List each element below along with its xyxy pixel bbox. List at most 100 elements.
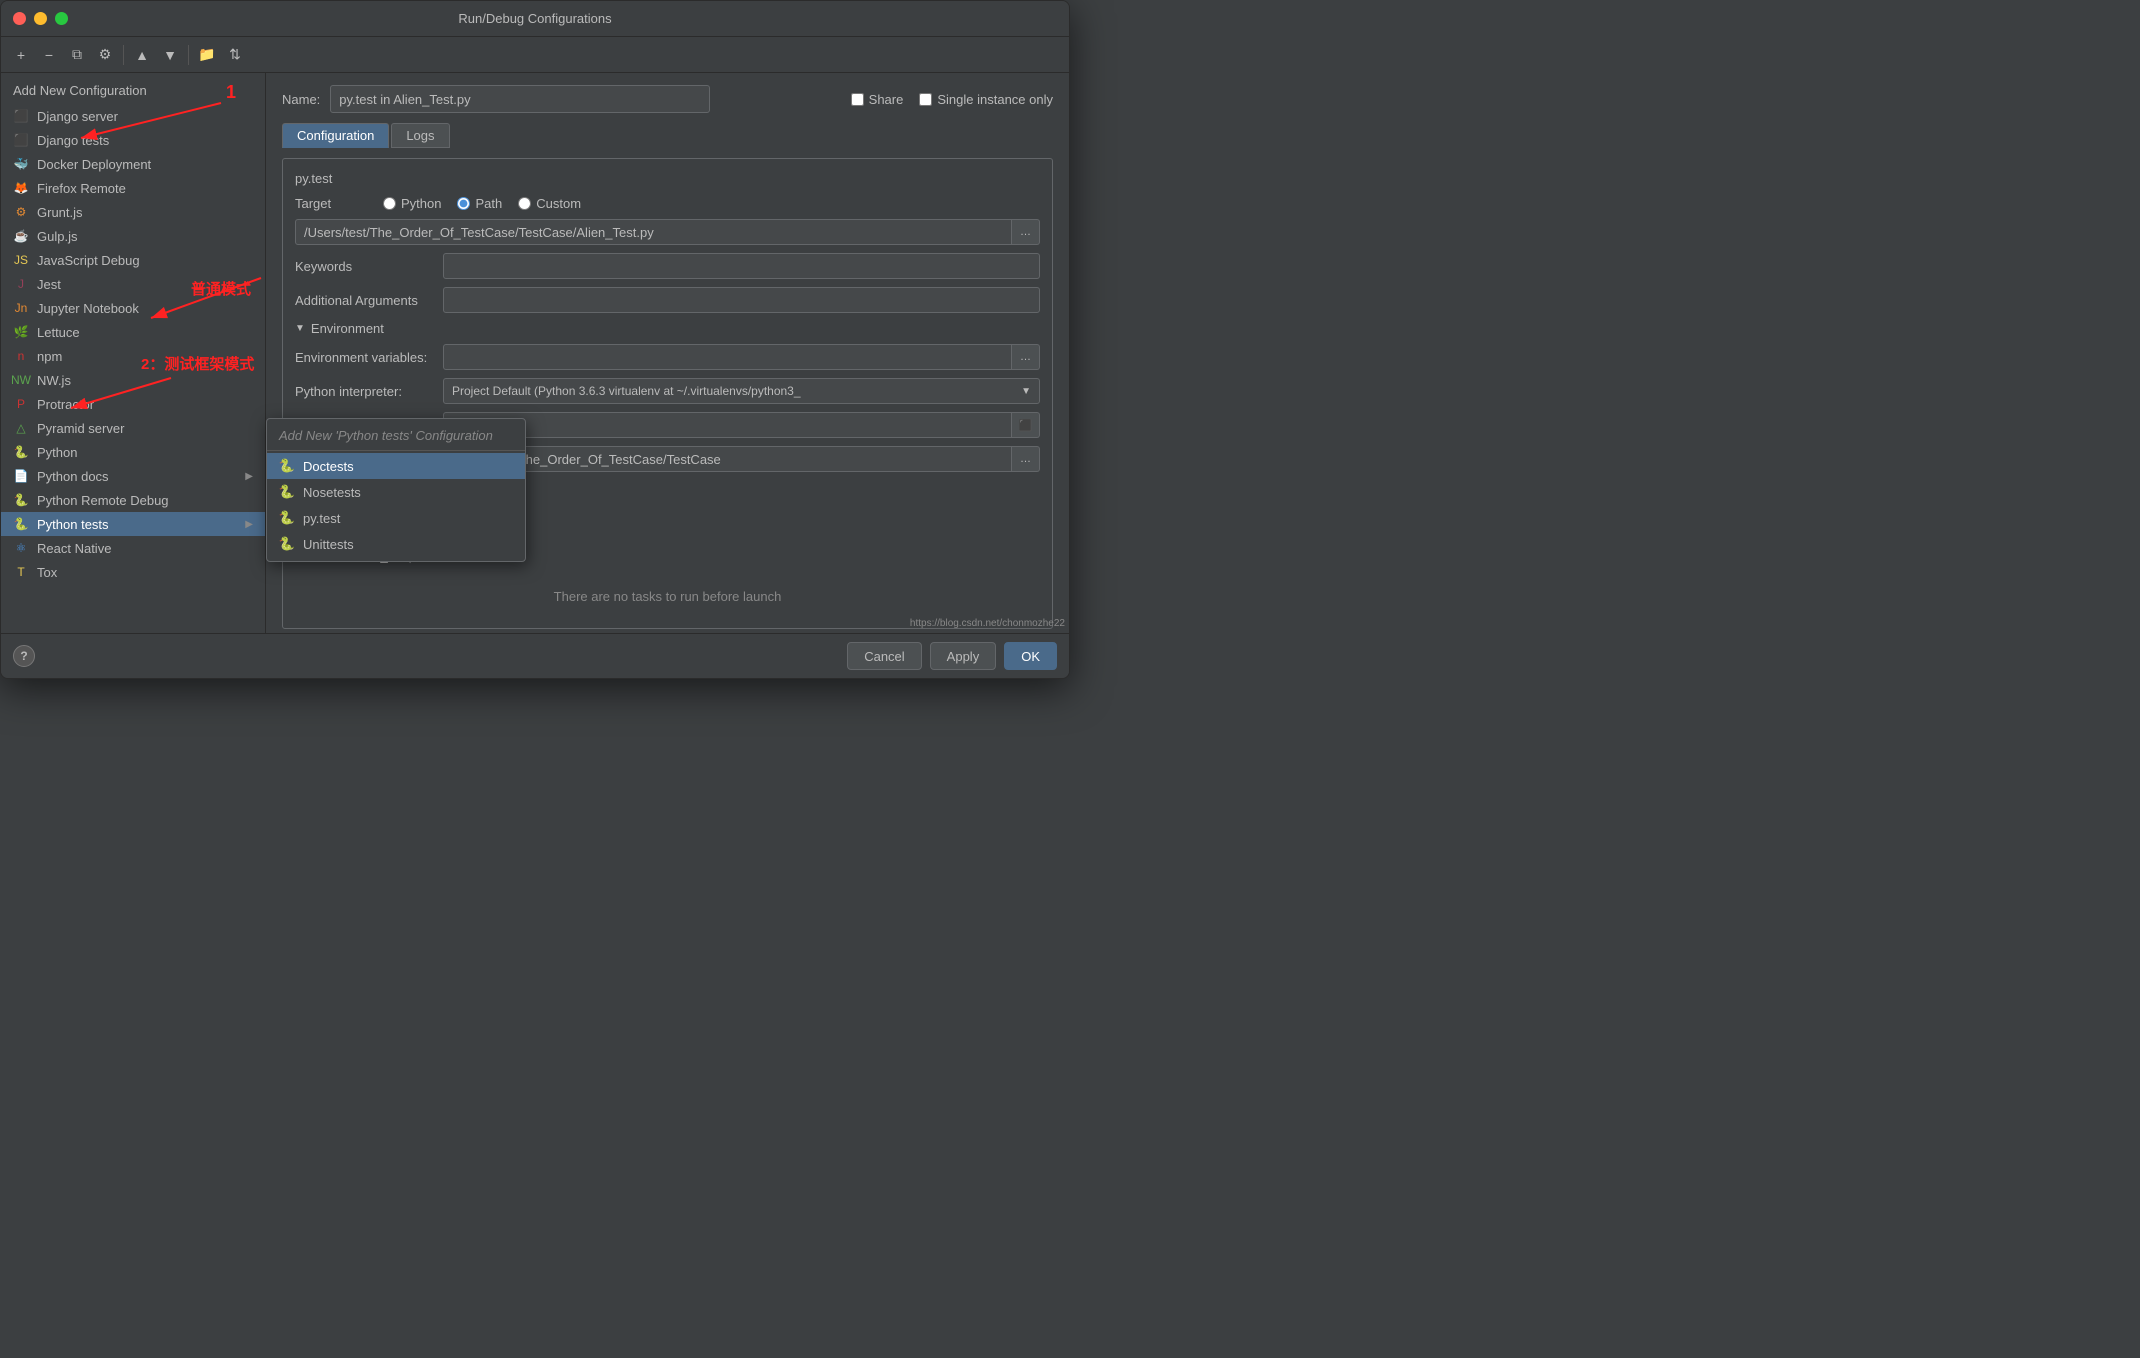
sidebar-item-python-tests[interactable]: 🐍 Python tests ▶ bbox=[1, 512, 265, 536]
tab-configuration[interactable]: Configuration bbox=[282, 123, 389, 148]
minimize-button[interactable] bbox=[34, 12, 47, 25]
sidebar-item-tox[interactable]: T Tox bbox=[1, 560, 265, 584]
interpreter-select[interactable]: Project Default (Python 3.6.3 virtualenv… bbox=[443, 378, 1040, 404]
sidebar-item-python-remote-debug[interactable]: 🐍 Python Remote Debug bbox=[1, 488, 265, 512]
interpreter-options-browse-button[interactable]: ⬛ bbox=[1012, 412, 1040, 438]
sidebar-item-lettuce[interactable]: 🌿 Lettuce bbox=[1, 320, 265, 344]
react-native-icon: ⚛ bbox=[13, 540, 29, 556]
sidebar-item-react-native[interactable]: ⚛ React Native bbox=[1, 536, 265, 560]
bottom-left: ? bbox=[13, 645, 35, 667]
maximize-button[interactable] bbox=[55, 12, 68, 25]
close-button[interactable] bbox=[13, 12, 26, 25]
working-dir-input-group: … bbox=[443, 446, 1040, 472]
move-down-button[interactable]: ▼ bbox=[158, 43, 182, 67]
ok-button[interactable]: OK bbox=[1004, 642, 1057, 670]
sidebar-item-jupyter[interactable]: Jn Jupyter Notebook bbox=[1, 296, 265, 320]
sidebar-item-gulpjs[interactable]: ☕ Gulp.js bbox=[1, 224, 265, 248]
name-input[interactable] bbox=[330, 85, 710, 113]
sidebar-item-protractor[interactable]: P Protractor bbox=[1, 392, 265, 416]
cancel-button[interactable]: Cancel bbox=[847, 642, 921, 670]
environment-arrow-icon: ▼ bbox=[295, 323, 305, 334]
apply-button[interactable]: Apply bbox=[930, 642, 997, 670]
sidebar-item-pyramid[interactable]: △ Pyramid server bbox=[1, 416, 265, 440]
target-path-radio[interactable] bbox=[457, 197, 470, 210]
folder-button[interactable]: 📁 bbox=[195, 43, 219, 67]
path-row: … bbox=[295, 219, 1040, 245]
add-config-button[interactable]: + bbox=[9, 43, 33, 67]
sidebar-item-jest[interactable]: J Jest bbox=[1, 272, 265, 296]
django-tests-icon: ⬛ bbox=[13, 132, 29, 148]
sort-button[interactable]: ⇅ bbox=[223, 43, 247, 67]
env-vars-browse-button[interactable]: … bbox=[1012, 344, 1040, 370]
env-vars-label: Environment variables: bbox=[295, 350, 435, 365]
window-title: Run/Debug Configurations bbox=[458, 11, 611, 26]
target-path-option[interactable]: Path bbox=[457, 196, 502, 211]
env-vars-input[interactable] bbox=[443, 344, 1012, 370]
working-dir-browse-button[interactable]: … bbox=[1012, 446, 1040, 472]
interpreter-dropdown-arrow-icon: ▼ bbox=[1021, 386, 1031, 397]
settings-button[interactable]: ⚙ bbox=[93, 43, 117, 67]
target-custom-radio[interactable] bbox=[518, 197, 531, 210]
single-instance-checkbox[interactable] bbox=[919, 93, 932, 106]
remove-config-button[interactable]: − bbox=[37, 43, 61, 67]
path-input[interactable] bbox=[295, 219, 1012, 245]
tasks-empty-area: There are no tasks to run before launch bbox=[295, 577, 1040, 616]
move-up-button[interactable]: ▲ bbox=[130, 43, 154, 67]
sidebar-item-firefox[interactable]: 🦊 Firefox Remote bbox=[1, 176, 265, 200]
additional-args-input[interactable] bbox=[443, 287, 1040, 313]
tox-icon: T bbox=[13, 564, 29, 580]
interpreter-label: Python interpreter: bbox=[295, 384, 435, 399]
keywords-input[interactable] bbox=[443, 253, 1040, 279]
share-checkbox[interactable] bbox=[851, 93, 864, 106]
keywords-label: Keywords bbox=[295, 259, 435, 274]
unittests-icon: 🐍 bbox=[279, 536, 295, 552]
target-row: Target Python Path Custom bbox=[295, 196, 1040, 211]
target-python-radio[interactable] bbox=[383, 197, 396, 210]
python-remote-debug-label: Python Remote Debug bbox=[37, 493, 169, 508]
context-item-unittests[interactable]: 🐍 Unittests bbox=[267, 531, 525, 557]
jupyter-label: Jupyter Notebook bbox=[37, 301, 139, 316]
sidebar-item-django-server[interactable]: ⬛ Django server bbox=[1, 104, 265, 128]
protractor-icon: P bbox=[13, 396, 29, 412]
sidebar-item-docker[interactable]: 🐳 Docker Deployment bbox=[1, 152, 265, 176]
context-item-pytest[interactable]: 🐍 py.test bbox=[267, 505, 525, 531]
tab-logs[interactable]: Logs bbox=[391, 123, 449, 148]
django-server-icon: ⬛ bbox=[13, 108, 29, 124]
main-window: Run/Debug Configurations + − ⧉ ⚙ ▲ ▼ 📁 ⇅… bbox=[0, 0, 1070, 679]
target-python-option[interactable]: Python bbox=[383, 196, 441, 211]
environment-section-header[interactable]: ▼ Environment bbox=[295, 321, 1040, 336]
sidebar-item-django-tests[interactable]: ⬛ Django tests bbox=[1, 128, 265, 152]
pyramid-icon: △ bbox=[13, 420, 29, 436]
sidebar-item-gruntjs[interactable]: ⚙ Grunt.js bbox=[1, 200, 265, 224]
sidebar-item-npm[interactable]: n npm bbox=[1, 344, 265, 368]
working-dir-input[interactable] bbox=[443, 446, 1012, 472]
share-label[interactable]: Share bbox=[851, 92, 904, 107]
window-controls bbox=[13, 12, 68, 25]
nosetests-icon: 🐍 bbox=[279, 484, 295, 500]
sidebar-item-python-docs[interactable]: 📄 Python docs ▶ bbox=[1, 464, 265, 488]
nwjs-icon: NW bbox=[13, 372, 29, 388]
add-new-configuration[interactable]: Add New Configuration bbox=[1, 77, 265, 104]
protractor-label: Protractor bbox=[37, 397, 94, 412]
name-row: Name: Share Single instance only bbox=[282, 85, 1053, 113]
gulp-label: Gulp.js bbox=[37, 229, 77, 244]
context-item-nosetests[interactable]: 🐍 Nosetests bbox=[267, 479, 525, 505]
sidebar-item-python[interactable]: 🐍 Python bbox=[1, 440, 265, 464]
target-label: Target bbox=[295, 196, 375, 211]
single-instance-label[interactable]: Single instance only bbox=[919, 92, 1053, 107]
interpreter-options-input[interactable] bbox=[443, 412, 1012, 438]
interpreter-options-input-group: ⬛ bbox=[443, 412, 1040, 438]
help-button[interactable]: ? bbox=[13, 645, 35, 667]
copy-config-button[interactable]: ⧉ bbox=[65, 43, 89, 67]
context-menu: Add New 'Python tests' Configuration 🐍 D… bbox=[266, 418, 526, 562]
add-new-label: Add New Configuration bbox=[13, 83, 147, 98]
context-item-doctests[interactable]: 🐍 Doctests bbox=[267, 453, 525, 479]
left-panel: Add New Configuration ⬛ Django server ⬛ … bbox=[1, 73, 266, 633]
target-custom-option[interactable]: Custom bbox=[518, 196, 581, 211]
jest-label: Jest bbox=[37, 277, 61, 292]
environment-label: Environment bbox=[311, 321, 384, 336]
sidebar-item-nwjs[interactable]: NW NW.js bbox=[1, 368, 265, 392]
path-browse-button[interactable]: … bbox=[1012, 219, 1040, 245]
keywords-row: Keywords bbox=[295, 253, 1040, 279]
sidebar-item-js-debug[interactable]: JS JavaScript Debug bbox=[1, 248, 265, 272]
